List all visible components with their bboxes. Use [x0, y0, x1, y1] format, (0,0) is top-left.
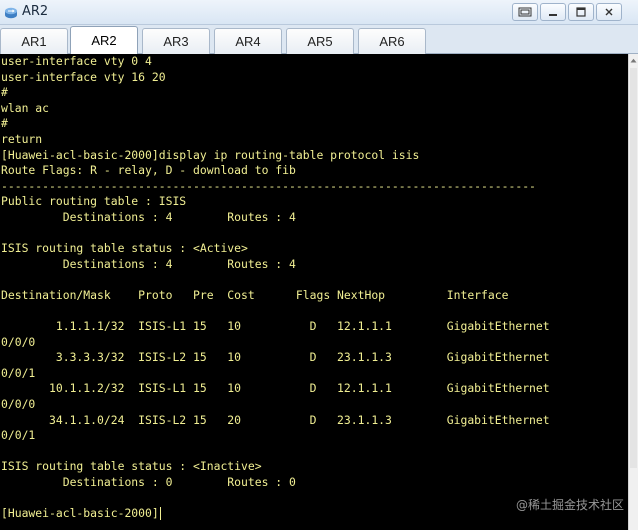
tab-ar3[interactable]: AR3	[142, 28, 210, 54]
scrollbar-thumb[interactable]	[630, 68, 637, 468]
terminal-line: ISIS routing table status : <Inactive>	[1, 459, 262, 474]
terminal-line: 34.1.1.0/24 ISIS-L2 15 20 D 23.1.1.3 Gig…	[1, 412, 550, 427]
terminal-line: ISIS routing table status : <Active>	[1, 241, 248, 256]
tab-ar2[interactable]: AR2	[70, 26, 138, 54]
terminal-line: Route Flags: R - relay, D - download to …	[1, 163, 296, 178]
router-icon	[4, 5, 18, 19]
restore-button[interactable]	[512, 3, 538, 21]
device-tab-bar: AR1 AR2 AR3 AR4 AR5 AR6	[0, 25, 638, 54]
text-cursor	[159, 507, 161, 521]
terminal-line: 0/0/0	[1, 397, 36, 412]
terminal-line: Public routing table : ISIS	[1, 194, 187, 209]
terminal-line: [Huawei-acl-basic-2000]display ip routin…	[1, 147, 420, 162]
restore-icon	[518, 7, 532, 17]
terminal-line: user-interface vty 16 20	[1, 69, 166, 84]
terminal-line: ----------------------------------------…	[1, 178, 536, 193]
terminal-line: Destinations : 0 Routes : 0	[1, 475, 296, 490]
tab-ar1[interactable]: AR1	[0, 28, 68, 54]
title-bar: AR2	[0, 0, 638, 25]
terminal-line: 0/0/0	[1, 334, 36, 349]
terminal-line: return	[1, 131, 43, 146]
terminal-console[interactable]: user-interface vty 0 4 user-interface vt…	[0, 54, 628, 530]
terminal-line: user-interface vty 0 4	[1, 54, 152, 68]
terminal-line: Destinations : 4 Routes : 4	[1, 209, 296, 224]
minimize-button[interactable]	[540, 3, 566, 21]
tab-ar4[interactable]: AR4	[214, 28, 282, 54]
vertical-scrollbar[interactable]	[628, 54, 638, 530]
terminal-line: Destinations : 4 Routes : 4	[1, 256, 296, 271]
scroll-up-arrow-icon[interactable]	[629, 54, 638, 66]
terminal-line: wlan ac	[1, 100, 50, 115]
watermark-text: @稀土掘金技术社区	[515, 498, 624, 512]
close-button[interactable]	[596, 3, 622, 21]
terminal-line: 10.1.1.2/32 ISIS-L1 15 10 D 12.1.1.1 Gig…	[1, 381, 550, 396]
terminal-line: #	[1, 85, 8, 100]
terminal-line: 1.1.1.1/32 ISIS-L1 15 10 D 12.1.1.1 Giga…	[1, 319, 550, 334]
minimize-icon	[548, 7, 558, 17]
window-title: AR2	[22, 4, 49, 19]
terminal-line: 0/0/1	[1, 365, 36, 380]
terminal-line: #	[1, 116, 8, 131]
watermark: @稀土掘金技术社区	[516, 496, 624, 513]
terminal-line: Destination/Mask Proto Pre Cost Flags Ne…	[1, 287, 509, 302]
close-icon	[604, 7, 614, 17]
maximize-icon	[576, 7, 586, 17]
terminal-line: 3.3.3.3/32 ISIS-L2 15 10 D 23.1.1.3 Giga…	[1, 350, 550, 365]
terminal-line: 0/0/1	[1, 428, 36, 443]
maximize-button[interactable]	[568, 3, 594, 21]
tab-ar5[interactable]: AR5	[286, 28, 354, 54]
terminal-prompt: [Huawei-acl-basic-2000]	[1, 506, 159, 521]
tab-ar6[interactable]: AR6	[358, 28, 426, 54]
